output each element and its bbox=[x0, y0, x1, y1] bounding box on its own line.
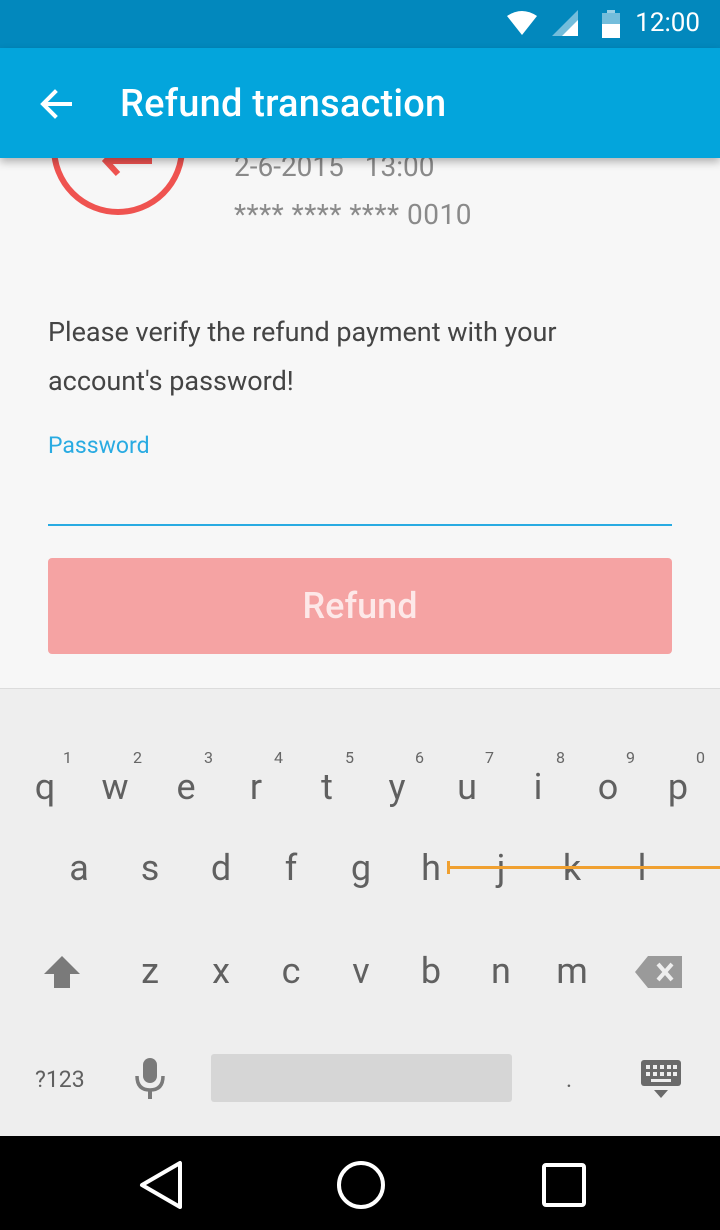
key-hint: 1 bbox=[63, 748, 72, 767]
key-l[interactable]: l bbox=[607, 815, 677, 915]
app-bar: Refund transaction bbox=[0, 48, 720, 158]
password-input[interactable] bbox=[48, 468, 672, 526]
key-label: m bbox=[556, 950, 588, 992]
key-label: p bbox=[667, 766, 689, 808]
key-label: t bbox=[321, 766, 333, 808]
key-m[interactable]: m bbox=[537, 918, 607, 1018]
key-h[interactable]: h bbox=[396, 815, 466, 915]
key-n[interactable]: n bbox=[466, 918, 536, 1018]
nav-recents-icon[interactable] bbox=[541, 1162, 587, 1208]
key-hint: 8 bbox=[556, 748, 565, 767]
key-label: y bbox=[388, 766, 406, 808]
key-label: f bbox=[284, 847, 298, 889]
back-arrow-icon[interactable] bbox=[36, 84, 76, 124]
password-label: Password bbox=[48, 432, 150, 459]
key-e[interactable]: 3 e bbox=[151, 712, 221, 812]
symbols-key[interactable]: ?123 bbox=[35, 1066, 85, 1093]
verify-prompt: Please verify the refund payment with yo… bbox=[48, 316, 557, 397]
page-title: Refund transaction bbox=[120, 82, 447, 126]
backspace-icon[interactable] bbox=[634, 954, 684, 990]
key-w[interactable]: 2 w bbox=[80, 712, 150, 812]
key-hint: 4 bbox=[274, 748, 283, 767]
space-bar[interactable] bbox=[211, 1054, 512, 1102]
refund-button[interactable]: Refund bbox=[48, 558, 672, 654]
key-i[interactable]: 8 i bbox=[503, 712, 573, 812]
key-label: s bbox=[140, 847, 160, 889]
key-a[interactable]: a bbox=[44, 815, 114, 915]
period-key[interactable]: . bbox=[566, 1066, 572, 1093]
key-label: a bbox=[69, 847, 89, 889]
key-z[interactable]: z bbox=[115, 918, 185, 1018]
key-label: v bbox=[352, 950, 370, 992]
key-hint: 2 bbox=[133, 748, 142, 767]
key-label: e bbox=[176, 766, 196, 808]
key-u[interactable]: 7 u bbox=[432, 712, 502, 812]
key-k[interactable]: k bbox=[537, 815, 607, 915]
key-label: z bbox=[141, 950, 159, 992]
navigation-bar bbox=[0, 1136, 720, 1230]
shift-icon[interactable] bbox=[42, 954, 82, 990]
key-label: u bbox=[457, 766, 477, 808]
keyboard-hide-icon[interactable] bbox=[640, 1058, 682, 1100]
key-label: d bbox=[210, 847, 232, 889]
nav-home-icon[interactable] bbox=[336, 1160, 386, 1210]
key-hint: 6 bbox=[415, 748, 424, 767]
key-label: q bbox=[34, 766, 56, 808]
wifi-icon bbox=[507, 11, 537, 35]
key-label: c bbox=[281, 950, 301, 992]
mic-icon[interactable] bbox=[134, 1058, 166, 1100]
key-t[interactable]: 5 t bbox=[292, 712, 362, 812]
key-hint: 9 bbox=[626, 748, 635, 767]
key-b[interactable]: b bbox=[396, 918, 466, 1018]
key-q[interactable]: 1 q bbox=[10, 712, 80, 812]
key-p[interactable]: 0 p bbox=[643, 712, 713, 812]
key-c[interactable]: c bbox=[256, 918, 326, 1018]
key-r[interactable]: 4 r bbox=[221, 712, 291, 812]
key-label: r bbox=[249, 766, 263, 808]
refund-icon bbox=[51, 158, 185, 215]
key-label: n bbox=[491, 950, 511, 992]
cell-signal-icon bbox=[552, 10, 578, 36]
key-s[interactable]: s bbox=[115, 815, 185, 915]
refund-content: 2-6-2015 13:00 **** **** **** 0010 Pleas… bbox=[0, 158, 720, 688]
key-j[interactable]: j bbox=[466, 815, 536, 915]
key-g[interactable]: g bbox=[326, 815, 396, 915]
key-x[interactable]: x bbox=[186, 918, 256, 1018]
key-hint: 3 bbox=[204, 748, 213, 767]
nav-back-icon[interactable] bbox=[138, 1160, 184, 1210]
transaction-card-number: **** **** **** 0010 bbox=[234, 198, 472, 231]
key-label: x bbox=[212, 950, 230, 992]
key-label: i bbox=[533, 766, 543, 808]
transaction-date: 2-6-2015 13:00 bbox=[234, 158, 435, 183]
key-label: g bbox=[350, 847, 372, 889]
status-bar: 12:00 bbox=[0, 0, 720, 48]
key-d[interactable]: d bbox=[186, 815, 256, 915]
status-time: 12:00 bbox=[635, 8, 700, 38]
key-v[interactable]: v bbox=[326, 918, 396, 1018]
key-label: w bbox=[101, 766, 129, 808]
battery-icon bbox=[602, 10, 620, 38]
key-label: o bbox=[597, 766, 619, 808]
key-y[interactable]: 6 y bbox=[362, 712, 432, 812]
key-hint: 0 bbox=[696, 748, 705, 767]
key-hint: 5 bbox=[345, 748, 354, 767]
swipe-trail bbox=[450, 866, 720, 869]
key-hint: 7 bbox=[485, 748, 494, 767]
key-f[interactable]: f bbox=[256, 815, 326, 915]
key-label: b bbox=[420, 950, 442, 992]
key-o[interactable]: 9 o bbox=[573, 712, 643, 812]
